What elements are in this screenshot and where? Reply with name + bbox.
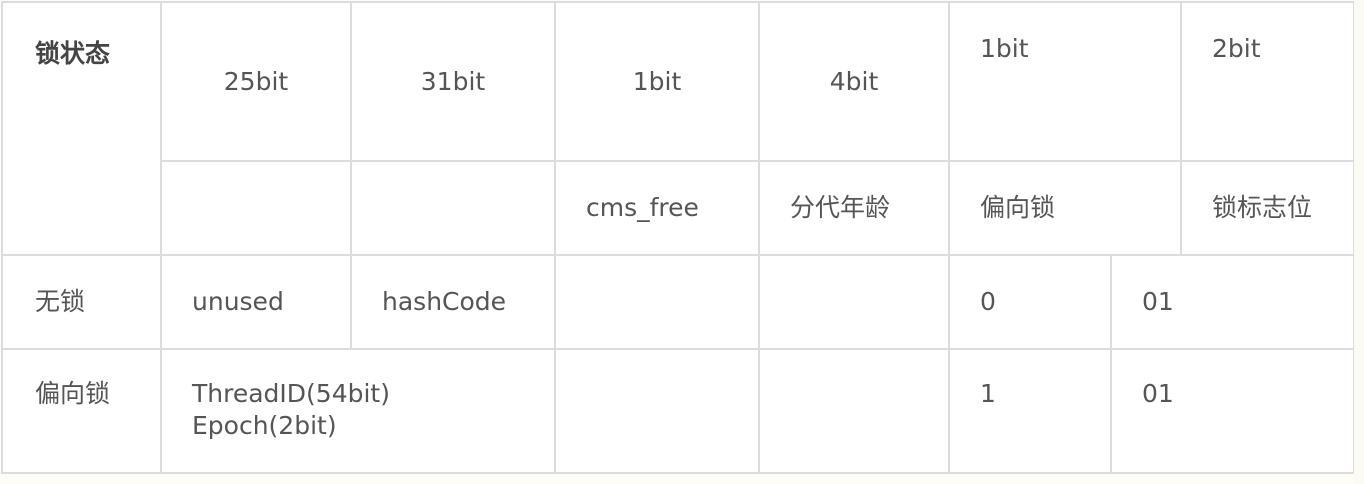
field-cms-free: cms_free	[554, 160, 760, 256]
empty-cell	[758, 348, 950, 474]
bit-width-cms-free: 1bit	[554, 1, 760, 162]
lock-flag-value: 01	[1110, 348, 1355, 474]
empty-cell	[554, 254, 760, 350]
bit-width-25: 25bit	[160, 1, 352, 162]
lock-state-header: 锁状态	[1, 1, 162, 256]
empty-cell	[554, 348, 760, 474]
lock-flag-value: 01	[1110, 254, 1355, 350]
bit-width-31: 31bit	[350, 1, 556, 162]
table-row-unlocked: 无锁 unused hashCode 0 01	[1, 254, 1355, 350]
biased-bit-value: 0	[948, 254, 1112, 350]
hashcode-cell: hashCode	[350, 254, 556, 350]
field-biased-lock: 偏向锁	[948, 160, 1182, 256]
state-unlocked: 无锁	[1, 254, 162, 350]
empty-cell	[758, 254, 950, 350]
empty-cell	[350, 160, 556, 256]
thread-epoch-cell: ThreadID(54bit) Epoch(2bit)	[160, 348, 556, 474]
empty-cell	[160, 160, 352, 256]
header-row-fields: cms_free 分代年龄 偏向锁 锁标志位	[2, 160, 1355, 256]
biased-bit-value: 1	[948, 348, 1112, 474]
mark-word-table-container: 锁状态 25bit 31bit 1bit 4bit 1bit 2bit cms_…	[0, 0, 1364, 484]
header-row-bits: 锁状态 25bit 31bit 1bit 4bit 1bit 2bit	[1, 1, 1355, 256]
table-row-biased: 偏向锁 ThreadID(54bit) Epoch(2bit) 1 01	[1, 348, 1355, 474]
state-biased: 偏向锁	[1, 348, 162, 474]
bit-width-age: 4bit	[758, 1, 950, 162]
mark-word-table: 锁状态 25bit 31bit 1bit 4bit 1bit 2bit cms_…	[1, 1, 1355, 474]
unused-cell: unused	[160, 254, 352, 350]
field-lock-flag: 锁标志位	[1180, 160, 1355, 256]
epoch-text: Epoch(2bit)	[192, 411, 337, 440]
field-generation-age: 分代年龄	[758, 160, 950, 256]
thread-id-text: ThreadID(54bit)	[192, 379, 390, 408]
bit-width-biased: 1bit	[948, 1, 1182, 162]
bit-width-flag: 2bit	[1180, 1, 1355, 162]
